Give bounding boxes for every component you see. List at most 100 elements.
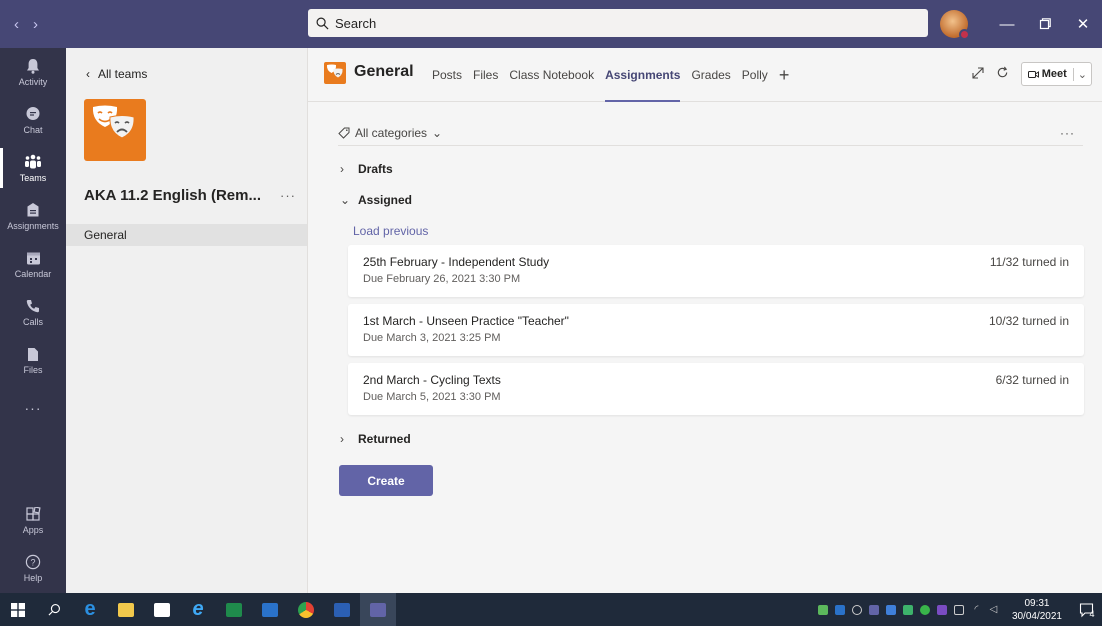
- chevron-right-icon: ›: [340, 162, 344, 176]
- turned-in-count: 10/32 turned in: [988, 314, 1069, 328]
- appbar-label: Help: [23, 573, 43, 583]
- appbar-chat[interactable]: Chat: [0, 96, 66, 144]
- notification-center-button[interactable]: 4: [1072, 593, 1102, 626]
- all-teams-link[interactable]: ‹ All teams: [86, 67, 147, 81]
- file-icon: [24, 345, 42, 363]
- section-drafts[interactable]: › Drafts: [340, 162, 393, 176]
- windows-start-button[interactable]: [0, 593, 36, 626]
- add-tab-icon[interactable]: +: [779, 48, 790, 102]
- history-nav: ‹ ›: [0, 16, 66, 33]
- avatar[interactable]: [940, 10, 970, 40]
- chevron-right-icon: ›: [340, 432, 344, 446]
- channel-header: General Posts Files Class Notebook Assig…: [308, 48, 1102, 102]
- close-button[interactable]: ✕: [1064, 0, 1102, 48]
- minimize-button[interactable]: —: [988, 0, 1026, 48]
- tray-outlook-icon[interactable]: [832, 593, 849, 626]
- create-button[interactable]: Create: [339, 465, 433, 496]
- internet-explorer-taskbar-icon[interactable]: e: [180, 593, 216, 626]
- category-filter[interactable]: All categories ⌄: [338, 126, 442, 140]
- appbar-calls[interactable]: Calls: [0, 288, 66, 336]
- chrome-taskbar-icon[interactable]: [288, 593, 324, 626]
- teams-taskbar-icon[interactable]: [360, 593, 396, 626]
- excel-taskbar-icon[interactable]: [216, 593, 252, 626]
- store-taskbar-icon[interactable]: [144, 593, 180, 626]
- tray-display-icon[interactable]: [951, 593, 968, 626]
- tab-polly[interactable]: Polly: [742, 48, 768, 102]
- filter-bar: All categories ⌄ ···: [338, 120, 1083, 146]
- section-assigned[interactable]: ⌄ Assigned: [340, 193, 412, 207]
- appbar-activity[interactable]: Activity: [0, 48, 66, 96]
- teams-icon: [24, 153, 42, 171]
- tray-app-icon[interactable]: [917, 593, 934, 626]
- tab-class-notebook[interactable]: Class Notebook: [509, 48, 594, 102]
- tray-app-icon[interactable]: [883, 593, 900, 626]
- maximize-button[interactable]: [1026, 0, 1064, 48]
- appbar-label: Calls: [22, 317, 43, 327]
- section-returned[interactable]: › Returned: [340, 432, 411, 446]
- assignment-card[interactable]: 1st March - Unseen Practice "Teacher" Du…: [348, 304, 1084, 356]
- outlook-taskbar-icon[interactable]: [252, 593, 288, 626]
- theater-masks-icon: [92, 105, 135, 139]
- refresh-icon[interactable]: [996, 66, 1009, 82]
- svg-text:?: ?: [30, 558, 35, 568]
- tray-app-icon[interactable]: [815, 593, 832, 626]
- back-arrow-icon[interactable]: ‹: [14, 16, 19, 33]
- calendar-icon: [24, 249, 42, 267]
- appbar-label: Files: [23, 365, 43, 375]
- meet-button[interactable]: Meet ⌄: [1020, 62, 1092, 86]
- file-explorer-taskbar-icon[interactable]: [108, 593, 144, 626]
- chevron-left-icon: ‹: [86, 67, 90, 81]
- appbar-help[interactable]: ? Help: [0, 544, 66, 592]
- assignment-card[interactable]: 25th February - Independent Study Due Fe…: [348, 245, 1084, 297]
- taskbar-search-button[interactable]: [36, 593, 72, 626]
- load-previous-link[interactable]: Load previous: [353, 224, 428, 238]
- chat-icon: [24, 105, 42, 123]
- notification-count-badge: 4: [1089, 608, 1095, 619]
- main-content: General Posts Files Class Notebook Assig…: [308, 48, 1102, 593]
- appbar-label: Apps: [22, 525, 44, 535]
- clock-date: 30/04/2021: [1011, 610, 1062, 622]
- meet-label: Meet: [1041, 68, 1067, 80]
- chevron-down-icon: ⌄: [340, 193, 351, 207]
- maximize-icon: [1039, 18, 1051, 30]
- status-badge: [959, 29, 970, 40]
- more-options-icon[interactable]: ···: [280, 188, 296, 203]
- forward-arrow-icon[interactable]: ›: [33, 16, 38, 33]
- appbar-label: Activity: [18, 77, 48, 87]
- tray-app-icon[interactable]: [849, 593, 866, 626]
- tab-files[interactable]: Files: [473, 48, 498, 102]
- assignment-title: 25th February - Independent Study: [363, 255, 550, 269]
- assignment-card[interactable]: 2nd March - Cycling Texts Due March 5, 2…: [348, 363, 1084, 415]
- appbar-more[interactable]: ···: [0, 384, 66, 432]
- chevron-down-icon[interactable]: ⌄: [1072, 67, 1091, 81]
- more-options-icon[interactable]: ···: [1060, 126, 1083, 140]
- appbar-label: Assignments: [7, 221, 59, 231]
- volume-icon[interactable]: ◁: [985, 593, 1002, 626]
- expand-icon[interactable]: [972, 66, 984, 82]
- appbar-teams[interactable]: Teams: [0, 144, 66, 192]
- appbar-calendar[interactable]: Calendar: [0, 240, 66, 288]
- tray-mail-icon[interactable]: [934, 593, 951, 626]
- word-taskbar-icon[interactable]: [324, 593, 360, 626]
- app-bar: Activity Chat Teams Assignments Calendar…: [0, 48, 66, 593]
- assignment-due: Due March 3, 2021 3:25 PM: [363, 332, 501, 344]
- tab-posts[interactable]: Posts: [432, 48, 462, 102]
- team-name[interactable]: AKA 11.2 English (Rem...: [84, 187, 261, 204]
- tab-grades[interactable]: Grades: [691, 48, 730, 102]
- system-clock[interactable]: 09:31 30/04/2021: [1002, 597, 1072, 623]
- appbar-assignments[interactable]: Assignments: [0, 192, 66, 240]
- appbar-files[interactable]: Files: [0, 336, 66, 384]
- wifi-icon[interactable]: ◜: [968, 593, 985, 626]
- assignment-title: 2nd March - Cycling Texts: [363, 373, 501, 387]
- appbar-apps[interactable]: Apps: [0, 496, 66, 544]
- video-camera-icon: [1027, 70, 1039, 78]
- tab-assignments[interactable]: Assignments: [605, 48, 681, 102]
- edge-taskbar-icon[interactable]: e: [72, 593, 108, 626]
- search-input[interactable]: Search: [308, 9, 928, 37]
- section-label: Drafts: [358, 162, 393, 176]
- channel-item-general[interactable]: General: [66, 224, 307, 246]
- channel-title: General: [354, 63, 414, 80]
- tray-teams-icon[interactable]: [866, 593, 883, 626]
- appbar-label: Chat: [23, 125, 43, 135]
- tray-security-icon[interactable]: [900, 593, 917, 626]
